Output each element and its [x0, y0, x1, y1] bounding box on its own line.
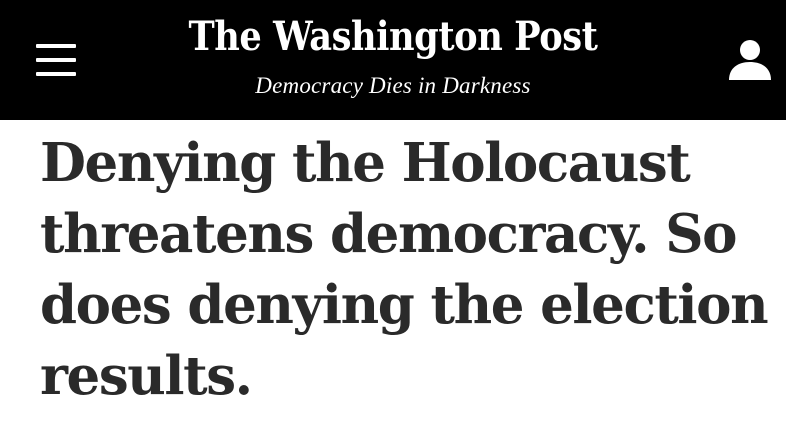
site-tagline: Democracy Dies in Darkness [255, 73, 531, 98]
site-logo[interactable]: The Washington Post [47, 8, 739, 66]
user-account-icon [729, 40, 771, 80]
masthead: The Washington Post Democracy Dies in Da… [0, 0, 786, 120]
page: The Washington Post Democracy Dies in Da… [0, 0, 786, 438]
account-button[interactable] [726, 38, 774, 84]
article-headline: Denying the Holocaust threatens democrac… [40, 132, 769, 407]
